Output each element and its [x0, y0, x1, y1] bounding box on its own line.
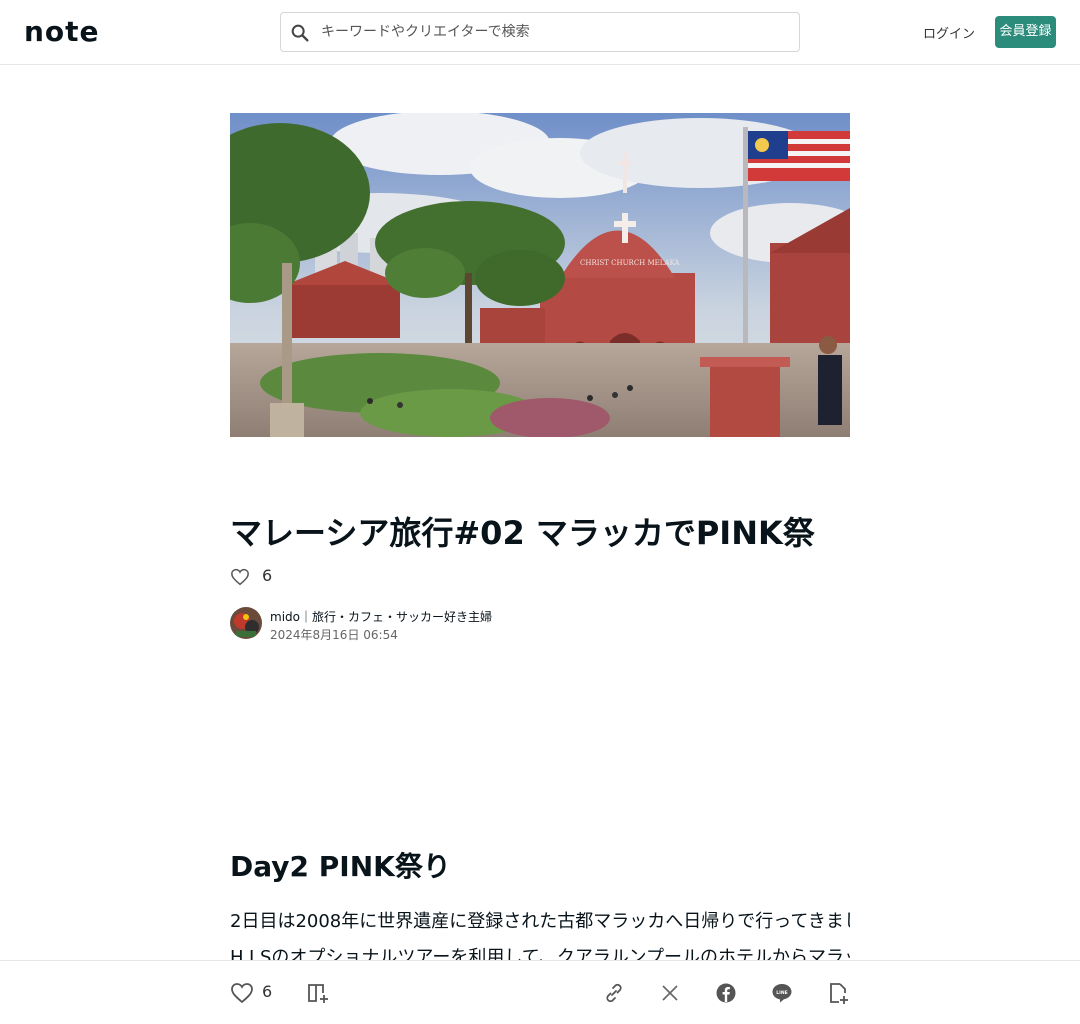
like-count: 6 [262, 566, 273, 585]
post-date: 2024年8月16日 06:54 [270, 628, 398, 642]
heart-icon[interactable] [230, 981, 254, 1005]
note-logo[interactable]: note [24, 18, 100, 46]
author-name[interactable]: mido｜旅行・カフェ・サッカー好き主婦 [270, 608, 492, 625]
search-box[interactable] [280, 12, 800, 52]
article-title: マレーシア旅行#02 マラッカでPINK祭 [230, 514, 815, 552]
paragraph: 2日目は2008年に世界遺産に登録された古都マラッカへ日帰りで行ってきました。 [230, 911, 850, 932]
signup-button[interactable]: 会員登録 [995, 16, 1056, 48]
line-icon[interactable]: LINE [770, 981, 794, 1005]
embed-icon[interactable] [826, 981, 850, 1005]
section-heading: Day2 PINK祭り [230, 850, 451, 883]
facebook-icon[interactable] [714, 981, 738, 1005]
author-info[interactable]: mido｜旅行・カフェ・サッカー好き主婦 2024年8月16日 06:54 [230, 607, 850, 642]
search-icon [291, 24, 309, 42]
svg-text:CHRIST CHURCH MELAKA: CHRIST CHURCH MELAKA [580, 259, 680, 267]
like-count: 6 [262, 982, 273, 1001]
hero-image: CHRIST CHURCH MELAKA [230, 113, 850, 437]
magazine-add-icon[interactable] [306, 981, 330, 1005]
link-icon[interactable] [602, 981, 626, 1005]
site-header: note ログイン 会員登録 [0, 0, 1080, 65]
login-link[interactable]: ログイン [920, 23, 978, 42]
search-input[interactable] [321, 13, 791, 51]
x-icon[interactable] [658, 981, 682, 1005]
heart-icon[interactable] [230, 568, 250, 586]
bottom-action-bar: 6 LINE [0, 960, 1080, 1024]
svg-text:LINE: LINE [776, 990, 787, 996]
avatar[interactable] [230, 607, 262, 639]
